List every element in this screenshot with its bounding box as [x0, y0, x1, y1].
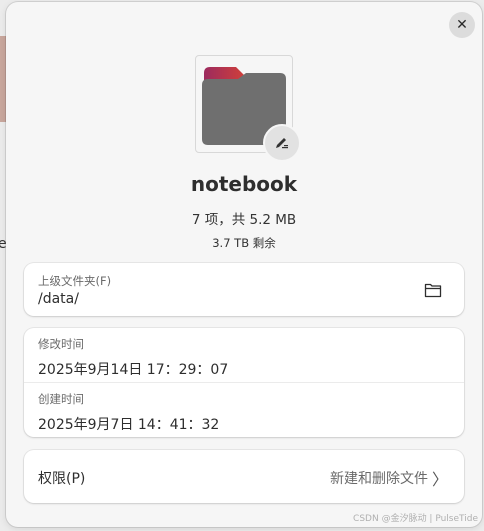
chevron-right-icon: 〉 — [431, 470, 448, 489]
close-button[interactable]: ✕ — [449, 12, 475, 38]
edit-pencil-icon — [276, 138, 288, 149]
rename-button[interactable] — [263, 124, 301, 162]
permissions-label: 权限(P) — [38, 471, 86, 487]
created-value: 2025年9月7日 14：41：32 — [38, 417, 220, 433]
divider — [24, 382, 464, 383]
properties-dialog: ✕ notebook 7 项，共 5.2 MB 3.7 TB 剩余 上级文件夹(… — [6, 2, 482, 527]
timestamps-card: 修改时间 2025年9月14日 17：29：07 创建时间 2025年9月7日 … — [24, 328, 464, 437]
permissions-value: 新建和删除文件 — [330, 471, 428, 487]
created-label: 创建时间 — [38, 392, 84, 406]
modified-value: 2025年9月14日 17：29：07 — [38, 362, 229, 378]
watermark: CSDN @金汐脉动 | PulseTide — [353, 514, 478, 524]
permissions-row[interactable]: 权限(P) 新建和删除文件 〉 — [24, 450, 464, 503]
item-summary: 7 项，共 5.2 MB — [191, 212, 297, 228]
modified-label: 修改时间 — [38, 337, 84, 351]
file-name: notebook — [190, 172, 298, 196]
parent-folder-label: 上级文件夹(F) — [38, 274, 112, 288]
free-space: 3.7 TB 剩余 — [212, 236, 276, 250]
parent-folder-path: /data/ — [38, 291, 79, 307]
parent-folder-row: 上级文件夹(F) /data/ — [24, 263, 464, 316]
open-folder-icon[interactable] — [424, 282, 442, 298]
close-icon: ✕ — [456, 17, 468, 33]
